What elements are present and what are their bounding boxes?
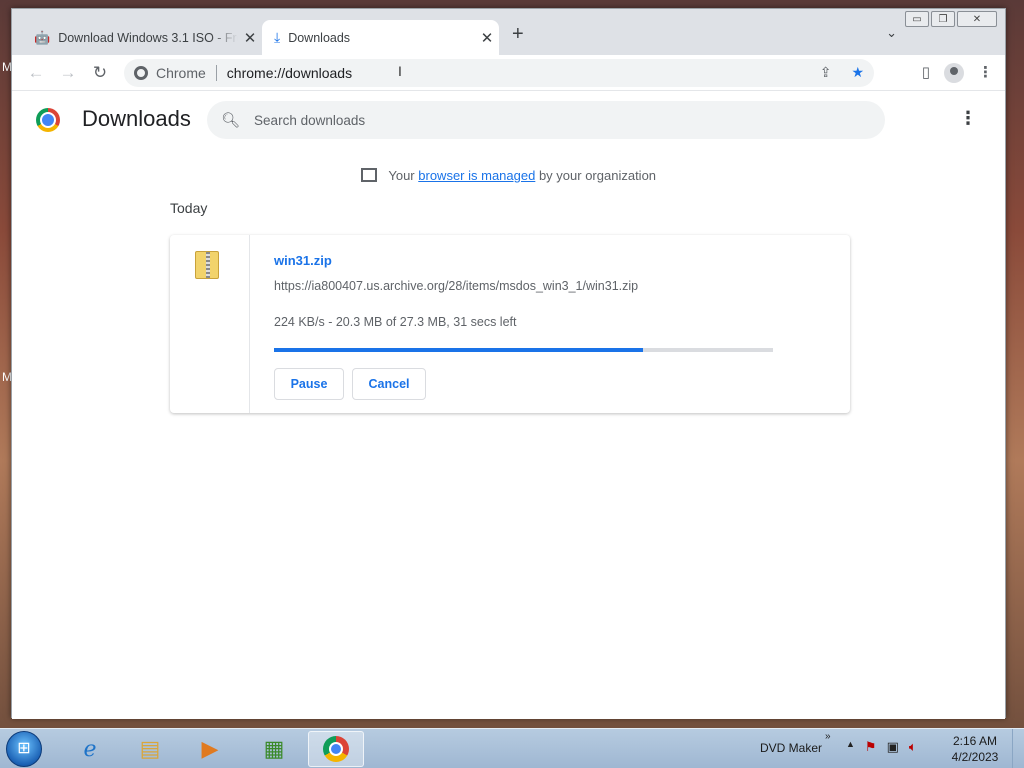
search-input[interactable] [254, 112, 855, 128]
show-desktop-button[interactable] [1012, 729, 1024, 768]
chrome-logo-icon [134, 66, 148, 80]
omnibox-url[interactable]: chrome://downloads [227, 65, 352, 81]
omnibox[interactable]: Chrome chrome://downloads ⇪ ★ [124, 59, 874, 87]
media-player-icon[interactable]: ▶ [182, 731, 238, 767]
downloads-search[interactable]: 🔍︎ [207, 101, 885, 139]
zip-file-icon [195, 251, 219, 279]
tab-search-icon[interactable]: ⌄ [886, 25, 897, 41]
cancel-button[interactable]: Cancel [352, 368, 426, 400]
file-explorer-icon[interactable]: ▤ [122, 731, 178, 767]
download-item: win31.zip https://ia800407.us.archive.or… [170, 235, 850, 413]
file-icon-column [170, 235, 250, 413]
spreadsheet-app-icon[interactable]: ▦ [246, 731, 302, 767]
forward-button[interactable]: → [56, 61, 80, 85]
close-tab-icon[interactable]: ✕ [475, 29, 499, 47]
profile-avatar-icon[interactable] [944, 63, 964, 83]
clock-date: 4/2/2023 [951, 750, 999, 764]
omnibox-chip: Chrome [156, 65, 206, 81]
managed-notice: Your browser is managed by your organiza… [12, 168, 1005, 183]
tab-download-windows[interactable]: 🤖 Download Windows 3.1 ISO - Free ✕ [24, 20, 262, 55]
maximize-button[interactable]: ❐ [931, 11, 955, 27]
managed-prefix: Your [388, 168, 415, 183]
internet-explorer-icon[interactable]: ℯ [62, 731, 118, 767]
clock-time: 2:16 AM [952, 734, 998, 748]
chrome-logo-icon [36, 108, 60, 132]
new-tab-button[interactable]: + [512, 23, 524, 46]
managed-suffix: by your organization [538, 168, 657, 183]
tab-title: Downloads [288, 30, 351, 45]
page-title: Downloads [82, 106, 191, 131]
window-controls: ▭ ❐ ✕ [905, 11, 997, 27]
bookmark-star-icon[interactable]: ★ [851, 64, 864, 81]
browser-toolbar: ← → ↻ Chrome chrome://downloads ⇪ ★ ▯ ⋮ [12, 55, 1005, 91]
network-icon[interactable]: ▣ [887, 739, 899, 755]
file-url[interactable]: https://ia800407.us.archive.org/28/items… [274, 279, 638, 293]
tab-downloads[interactable]: ⤓ Downloads ✕ [262, 20, 499, 55]
tab-strip: ▭ ❐ ✕ 🤖 Download Windows 3.1 ISO - Free … [12, 9, 1005, 55]
file-name-link[interactable]: win31.zip [274, 253, 332, 268]
taskbar: ⊞ ℯ ▤ ▶ ▦ DVD Maker » ▲ ⚑ ▣ 🔈︎ 2:16 AM 4… [0, 728, 1024, 768]
progress-status: 224 KB/s - 20.3 MB of 27.3 MB, 31 secs l… [274, 315, 517, 329]
tray-dvd-maker[interactable]: DVD Maker [760, 741, 822, 755]
volume-muted-icon[interactable]: 🔈︎ [909, 739, 917, 755]
show-hidden-icons-icon[interactable]: ▲ [846, 739, 855, 755]
toolbar-actions: ▯ ⋮ [922, 63, 993, 83]
close-window-button[interactable]: ✕ [957, 11, 997, 27]
system-tray: ▲ ⚑ ▣ 🔈︎ [846, 739, 917, 755]
omnibox-divider [215, 65, 217, 81]
download-icon: ⤓ [274, 29, 281, 45]
building-icon [360, 168, 377, 182]
managed-link[interactable]: browser is managed [418, 168, 535, 183]
robot-icon: 🤖 [34, 29, 51, 45]
date-group-label: Today [170, 200, 208, 216]
downloads-page: Downloads 🔍︎ ⋮ Your browser is managed b… [12, 92, 1005, 719]
tray-chevron-icon[interactable]: » [825, 731, 831, 742]
downloads-header: Downloads 🔍︎ ⋮ [12, 92, 1005, 148]
browser-menu-icon[interactable]: ⋮ [978, 63, 993, 83]
minimize-button[interactable]: ▭ [905, 11, 929, 27]
chrome-taskbar-icon[interactable] [308, 731, 364, 767]
taskbar-clock[interactable]: 2:16 AM 4/2/2023 [940, 733, 1010, 765]
search-icon: 🔍︎ [221, 112, 241, 129]
side-panel-icon[interactable]: ▯ [922, 63, 930, 83]
tab-title: Download Windows 3.1 ISO - Free [58, 30, 238, 45]
omnibox-actions: ⇪ ★ [820, 64, 864, 81]
reload-button[interactable]: ↻ [88, 61, 112, 85]
back-button[interactable]: ← [24, 61, 48, 85]
text-cursor-icon: I [398, 63, 402, 79]
pause-button[interactable]: Pause [274, 368, 344, 400]
progress-bar-fill [274, 348, 644, 352]
browser-window: ▭ ❐ ✕ 🤖 Download Windows 3.1 ISO - Free … [11, 8, 1006, 719]
downloads-menu-icon[interactable]: ⋮ [959, 108, 977, 129]
action-center-flag-icon[interactable]: ⚑ [865, 739, 877, 755]
share-icon[interactable]: ⇪ [820, 64, 832, 81]
progress-bar [274, 348, 773, 352]
start-button[interactable]: ⊞ [6, 731, 42, 767]
close-tab-icon[interactable]: ✕ [238, 29, 262, 47]
